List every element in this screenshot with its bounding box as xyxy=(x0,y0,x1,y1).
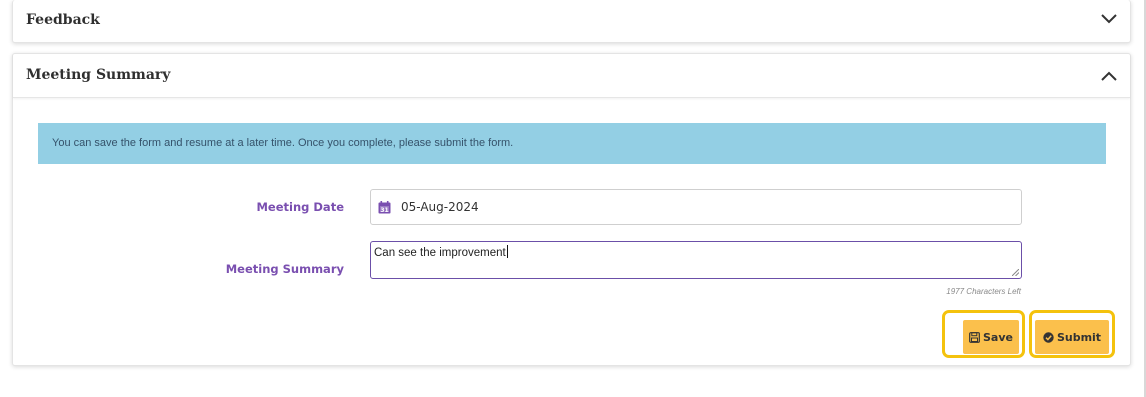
meeting-summary-panel-header[interactable]: Meeting Summary xyxy=(13,54,1130,98)
meeting-summary-panel: Meeting Summary You can save the form an… xyxy=(12,53,1131,366)
feedback-panel: Feedback xyxy=(12,0,1131,43)
calendar-icon[interactable]: 31 xyxy=(378,201,391,214)
meeting-summary-text: Can see the improvement xyxy=(374,245,508,259)
feedback-panel-header[interactable]: Feedback xyxy=(13,0,1130,42)
submit-button-label: Submit xyxy=(1056,330,1102,344)
meeting-date-value: 05-Aug-2024 xyxy=(401,200,479,214)
feedback-title: Feedback xyxy=(26,12,100,28)
characters-left-counter: 1977 Characters Left xyxy=(946,287,1021,296)
chevron-down-icon[interactable] xyxy=(1100,13,1118,25)
chevron-up-icon[interactable] xyxy=(1100,70,1118,82)
save-button[interactable]: Save xyxy=(963,320,1019,354)
svg-text:31: 31 xyxy=(380,207,388,214)
save-icon xyxy=(969,331,980,343)
check-circle-icon xyxy=(1043,331,1054,343)
meeting-summary-label: Meeting Summary xyxy=(225,262,344,276)
meeting-summary-title: Meeting Summary xyxy=(26,67,171,83)
meeting-summary-textarea[interactable]: Can see the improvement xyxy=(370,241,1022,279)
resize-grip-icon[interactable] xyxy=(1012,269,1019,276)
text-caret xyxy=(506,245,508,258)
save-button-label: Save xyxy=(983,330,1013,344)
meeting-date-label: Meeting Date xyxy=(256,200,344,214)
submit-button[interactable]: Submit xyxy=(1035,320,1109,354)
info-banner: You can save the form and resume at a la… xyxy=(38,123,1106,164)
meeting-summary-value: Can see the improvement xyxy=(374,247,506,259)
meeting-date-field[interactable]: 31 05-Aug-2024 xyxy=(370,189,1022,225)
